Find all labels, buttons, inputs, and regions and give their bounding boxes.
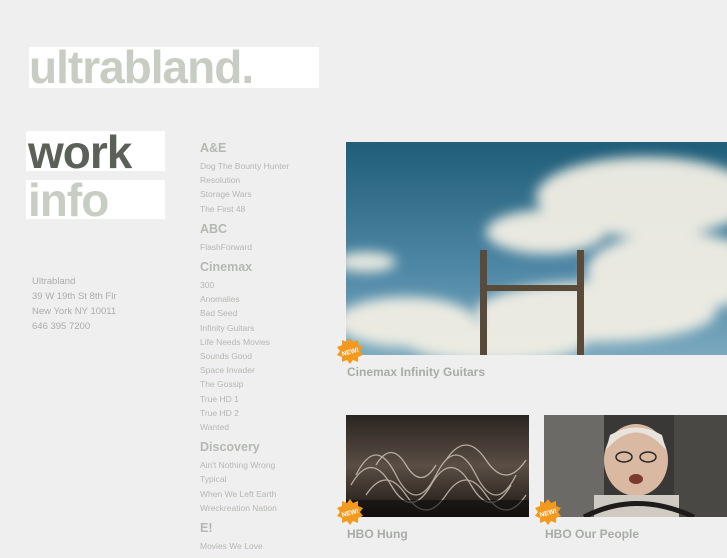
show-link[interactable]: Wanted bbox=[200, 420, 330, 434]
address-city: New York NY 10011 bbox=[32, 306, 117, 317]
show-link[interactable]: Infinity Guitars bbox=[200, 321, 330, 335]
show-link[interactable]: When We Left Earth bbox=[200, 487, 330, 501]
driver-image bbox=[544, 415, 727, 517]
network-group-abc: ABC FlashForward bbox=[200, 221, 330, 254]
featured-video-thumbnail[interactable] bbox=[346, 142, 727, 355]
show-link[interactable]: True HD 1 bbox=[200, 392, 330, 406]
show-link[interactable]: Life Needs Movies bbox=[200, 335, 330, 349]
thumb-caption-hbo-hung[interactable]: HBO Hung bbox=[347, 527, 408, 541]
show-link[interactable]: True HD 2 bbox=[200, 406, 330, 420]
show-link[interactable]: Anomalies bbox=[200, 292, 330, 306]
show-link[interactable]: Typical bbox=[200, 472, 330, 486]
network-heading: A&E bbox=[200, 141, 227, 155]
nav-work-link[interactable]: work bbox=[26, 131, 165, 171]
featured-caption[interactable]: Cinemax Infinity Guitars bbox=[347, 365, 485, 379]
network-group-e: E! Movies We Love bbox=[200, 520, 330, 553]
show-link[interactable]: Wreckreation Nation bbox=[200, 501, 330, 515]
show-link[interactable]: Movies We Love bbox=[200, 539, 330, 553]
show-link[interactable]: Sounds Good bbox=[200, 349, 330, 363]
video-thumbnail-hbo-our-people[interactable] bbox=[544, 415, 727, 517]
network-heading: E! bbox=[200, 521, 213, 536]
address-street: 39 W 19th St 8th Flr bbox=[32, 291, 117, 302]
address-company: Ultrabland bbox=[32, 276, 76, 287]
show-link[interactable]: Space Invader bbox=[200, 363, 330, 377]
new-badge-icon: NEW! bbox=[337, 338, 363, 364]
network-heading: Discovery bbox=[200, 440, 260, 455]
network-group-discovery: Discovery Ain't Nothing Wrong Typical Wh… bbox=[200, 439, 330, 515]
show-link[interactable]: The Gossip bbox=[200, 377, 330, 391]
show-link[interactable]: Ain't Nothing Wrong bbox=[200, 458, 330, 472]
address-phone: 646 395 7200 bbox=[32, 321, 91, 332]
new-badge-icon: NEW! bbox=[535, 499, 561, 525]
network-heading: Cinemax bbox=[200, 260, 253, 275]
show-link[interactable]: Storage Wars bbox=[200, 187, 330, 201]
show-link[interactable]: Bad Seed bbox=[200, 306, 330, 320]
site-logo[interactable]: ultrabland. bbox=[29, 47, 319, 88]
show-link[interactable]: Dog The Bounty Hunter bbox=[200, 159, 330, 173]
video-thumbnail-hbo-hung[interactable] bbox=[346, 415, 529, 517]
show-link[interactable]: FlashForward bbox=[200, 240, 330, 254]
show-link[interactable]: 300 bbox=[200, 278, 330, 292]
network-group-cinemax: Cinemax 300 Anomalies Bad Seed Infinity … bbox=[200, 259, 330, 434]
network-list: A&E Dog The Bounty Hunter Resolution Sto… bbox=[200, 140, 330, 558]
network-heading: ABC bbox=[200, 221, 228, 236]
nav-info-link[interactable]: info bbox=[26, 180, 165, 219]
new-badge-icon: NEW! bbox=[337, 499, 363, 525]
show-link[interactable]: Resolution bbox=[200, 173, 330, 187]
sky-ladder-image bbox=[346, 142, 727, 355]
network-group-ae: A&E Dog The Bounty Hunter Resolution Sto… bbox=[200, 140, 330, 216]
thumb-caption-hbo-our-people[interactable]: HBO Our People bbox=[545, 527, 639, 541]
contact-address: Ultrabland 39 W 19th St 8th Flr New York… bbox=[32, 274, 116, 334]
springs-image bbox=[346, 415, 529, 517]
show-link[interactable]: The First 48 bbox=[200, 202, 330, 216]
